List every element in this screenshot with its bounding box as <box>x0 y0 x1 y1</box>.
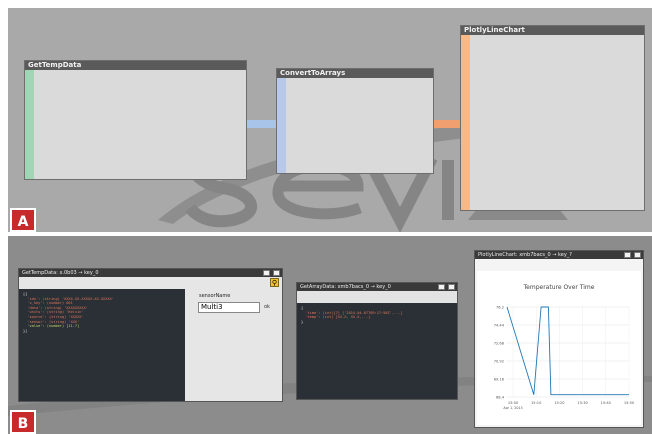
node-plotlylinechart[interactable]: PlotlyLineChart <box>460 25 645 211</box>
node-converttoarrays[interactable]: ConvertToArrays <box>276 68 434 174</box>
x-tick-label: 15:10 <box>531 401 542 405</box>
json-output-panel: [{ 'ids': (string) 'XXXX-XX-XXXXX-XX-XXX… <box>19 289 185 401</box>
window-converttoarrays[interactable]: GetArrayData: xmb7bacs_0 → key_0 [0] Get… <box>296 282 458 400</box>
x-tick-label: 15:20 <box>554 401 565 405</box>
window-title: PlotlyLineChart: xmb7bacs_0 → key_? <box>478 252 572 258</box>
panel-label-a: A <box>10 208 36 232</box>
minimize-button[interactable] <box>438 284 445 290</box>
code-line: }] <box>23 328 28 333</box>
panel-b: GetTempData: x.0b03 → key_0 [0] GetTempD… <box>8 236 652 434</box>
x-tick-label: 15:00 <box>508 401 519 405</box>
minimize-button[interactable] <box>624 252 631 258</box>
code-line: } <box>301 319 304 324</box>
close-button[interactable] <box>634 252 641 258</box>
sensor-ok-button[interactable]: ok <box>264 304 270 310</box>
window-gettempdata[interactable]: GetTempData: x.0b03 → key_0 [0] GetTempD… <box>18 268 283 402</box>
panel-a: GetTempData ConvertToArrays PlotlyLineCh… <box>8 8 652 232</box>
y-tick-label: 70.92 <box>494 360 504 364</box>
y-tick-label: 69.16 <box>494 378 505 382</box>
connector-2 <box>433 120 461 128</box>
close-button[interactable] <box>273 270 280 276</box>
window-title: GetArrayData: xmb7bacs_0 → key_0 <box>300 284 391 290</box>
x-tick-label: 15:50 <box>624 401 635 405</box>
window-plotlylinechart[interactable]: PlotlyLineChart: xmb7bacs_0 → key_? [0] … <box>474 250 644 428</box>
node-title: ConvertToArrays <box>277 69 433 78</box>
chart-title: Temperature Over Time <box>523 284 595 291</box>
node-title: PlotlyLineChart <box>461 26 644 35</box>
sensor-name-label: sensorName <box>199 293 231 299</box>
connector-1 <box>247 120 277 128</box>
x-tick-label: 15:40 <box>601 401 612 405</box>
node-title: GetTempData <box>25 61 246 70</box>
y-tick-label: 72.68 <box>494 342 505 346</box>
y-tick-label: 74.44 <box>494 324 505 328</box>
x-tick-label: 15:30 <box>577 401 588 405</box>
node-stripe <box>461 35 470 210</box>
panel-label-b: B <box>10 410 36 434</box>
chart-area: Temperature Over Time 76.2 74.44 72.68 70.92… <box>477 271 641 425</box>
window-title-bar: PlotlyLineChart: xmb7bacs_0 → key_? <box>475 251 643 259</box>
sensor-name-input[interactable]: Multi3 <box>198 302 260 313</box>
window-title-bar: GetArrayData: xmb7bacs_0 → key_0 <box>297 283 457 291</box>
series-line <box>506 306 629 396</box>
json-output-panel: { 'time': (int)[?] ['2014-04-07T09:17:58… <box>297 303 457 399</box>
temperature-line-chart: Temperature Over Time 76.2 74.44 72.68 70.92… <box>494 284 635 410</box>
window-title: GetTempData: x.0b03 → key_0 <box>22 270 99 276</box>
node-stripe <box>25 70 34 179</box>
y-tick-label: 68.4 <box>496 396 505 400</box>
close-button[interactable] <box>448 284 455 290</box>
y-tick-label: 76.2 <box>496 306 504 310</box>
window-title-bar: GetTempData: x.0b03 → key_0 <box>19 269 282 277</box>
node-stripe <box>277 78 286 173</box>
minimize-button[interactable] <box>263 270 270 276</box>
x-tick-sublabel: Apr 1, 2015 <box>503 406 522 410</box>
key-icon[interactable]: ⚲ <box>270 278 279 287</box>
node-gettempdata[interactable]: GetTempData <box>24 60 247 180</box>
